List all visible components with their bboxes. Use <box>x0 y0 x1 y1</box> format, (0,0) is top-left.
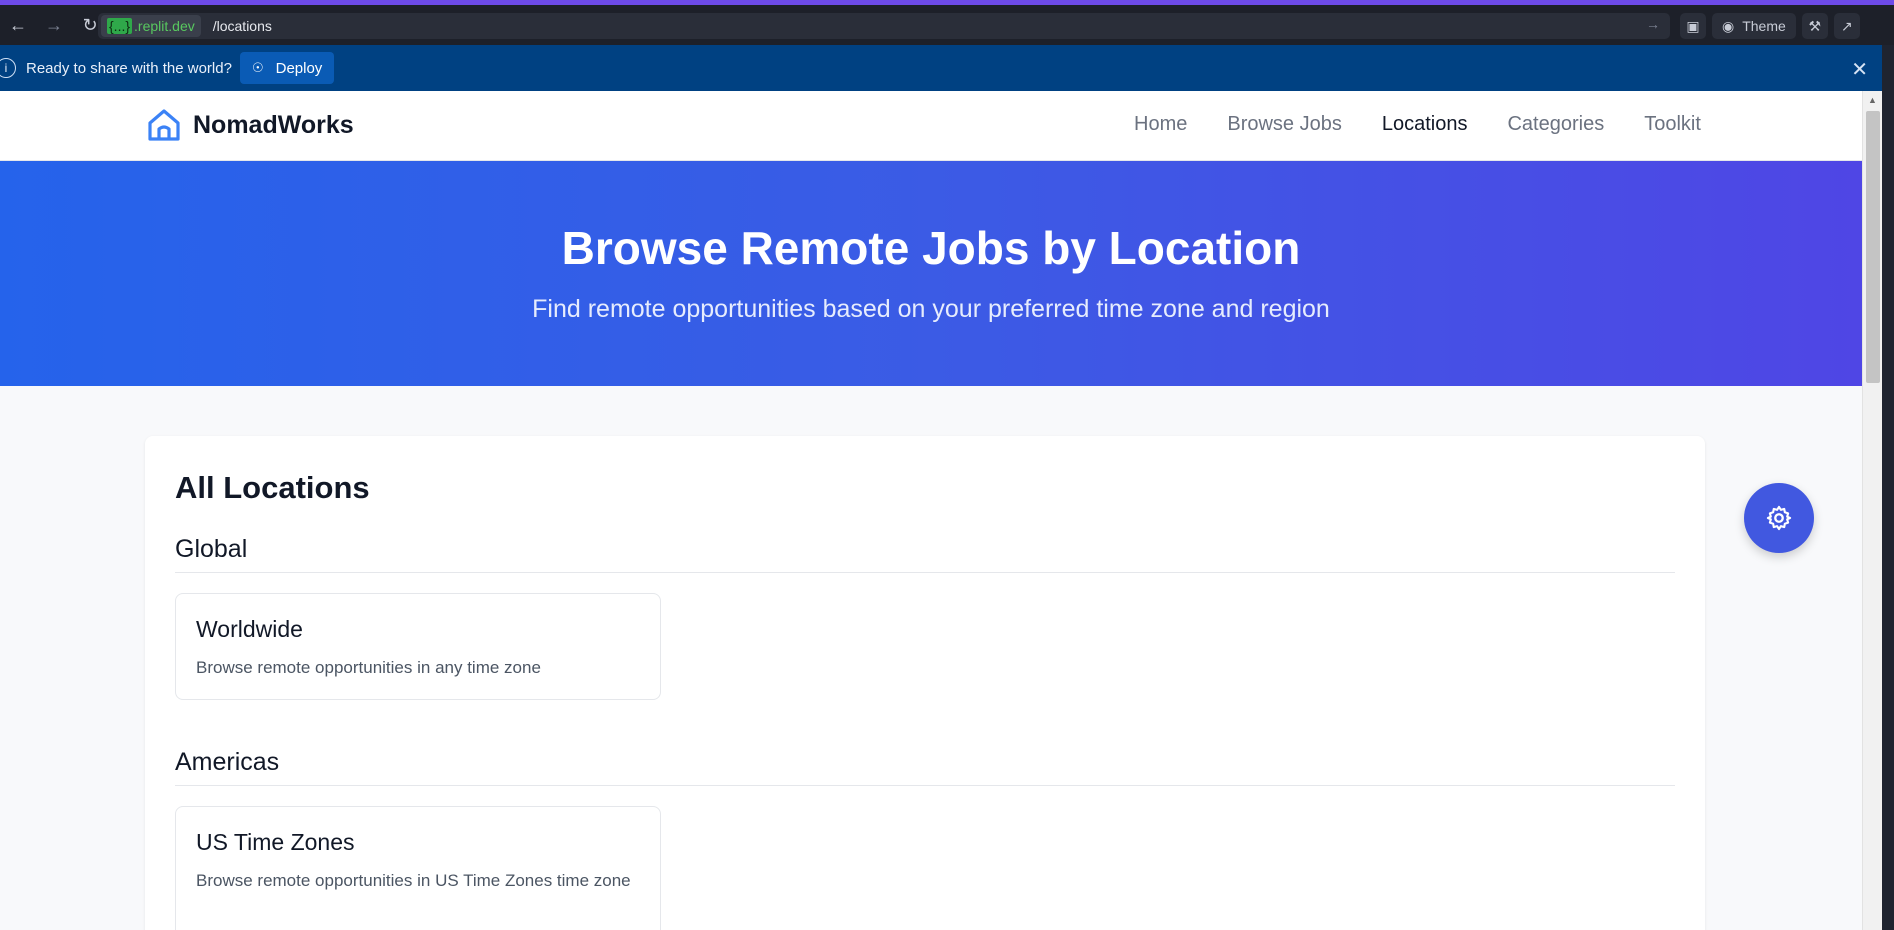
deploy-label: Deploy <box>275 59 323 77</box>
deploy-banner: i Ready to share with the world? ☉ Deplo… <box>0 45 1882 91</box>
main-nav: Home Browse Jobs Locations Categories To… <box>1134 113 1701 136</box>
devtools-button[interactable]: ⚒ <box>1801 13 1828 39</box>
external-link-icon: ↗ <box>1840 17 1853 34</box>
locations-card: All Locations Global Worldwide Browse re… <box>145 436 1705 930</box>
brand-name: NomadWorks <box>193 110 354 139</box>
location-title: US Time Zones <box>196 829 355 855</box>
nav-categories[interactable]: Categories <box>1507 113 1604 136</box>
location-description: Browse remote opportunities in US Time Z… <box>196 871 631 890</box>
region-divider <box>175 785 1675 786</box>
settings-fab[interactable] <box>1744 483 1814 553</box>
url-path[interactable]: /locations <box>213 18 272 34</box>
open-new-tab-button[interactable]: ↗ <box>1833 13 1860 39</box>
url-host: {...} .replit.dev <box>101 15 201 37</box>
nav-home[interactable]: Home <box>1134 113 1187 136</box>
info-icon: i <box>0 58 16 78</box>
scroll-up-icon[interactable]: ▲ <box>1868 95 1877 105</box>
site-header: NomadWorks Home Browse Jobs Locations Ca… <box>0 91 1862 161</box>
back-arrow-icon[interactable]: ← <box>0 5 36 45</box>
page-title: Browse Remote Jobs by Location <box>561 222 1301 274</box>
url-host-domain: .replit.dev <box>134 18 195 34</box>
location-description: Browse remote opportunities in any time … <box>196 658 541 677</box>
theme-label: Theme <box>1742 18 1786 34</box>
address-bar[interactable]: {...} .replit.dev /locations → <box>98 13 1670 39</box>
devices-button[interactable]: ▣ <box>1680 13 1706 39</box>
region-title-global: Global <box>175 535 248 563</box>
deploy-button[interactable]: ☉ Deploy <box>239 52 335 84</box>
monitor-icon: ▣ <box>1686 17 1700 34</box>
banner-message: Ready to share with the world? <box>26 59 232 77</box>
brand-logo[interactable]: NomadWorks <box>145 106 354 144</box>
scrollbar-thumb[interactable] <box>1866 111 1880 383</box>
theme-button[interactable]: ◉ Theme <box>1712 13 1796 39</box>
url-host-brace: {...} <box>107 18 133 34</box>
page-subtitle: Find remote opportunities based on your … <box>532 295 1330 323</box>
gear-icon <box>1766 505 1792 531</box>
nav-locations[interactable]: Locations <box>1382 113 1468 136</box>
window-edge <box>1882 45 1894 930</box>
region-divider <box>175 572 1675 573</box>
nav-toolkit[interactable]: Toolkit <box>1644 113 1701 136</box>
page-viewport: NomadWorks Home Browse Jobs Locations Ca… <box>0 91 1862 930</box>
browser-toolbar: ← → ↻ {...} .replit.dev /locations → ▣ ◉… <box>0 5 1894 45</box>
deploy-icon: ☉ <box>251 60 264 75</box>
location-card-us-time-zones[interactable]: US Time Zones Browse remote opportunitie… <box>175 806 661 930</box>
nav-browse-jobs[interactable]: Browse Jobs <box>1227 113 1342 136</box>
locations-heading: All Locations <box>175 470 370 505</box>
go-arrow-icon[interactable]: → <box>1646 16 1660 32</box>
forward-arrow-icon[interactable]: → <box>36 5 72 45</box>
hero-banner: Browse Remote Jobs by Location Find remo… <box>0 161 1862 386</box>
location-title: Worldwide <box>196 616 303 642</box>
palette-icon: ◉ <box>1722 17 1735 34</box>
close-icon[interactable]: ✕ <box>1851 57 1868 82</box>
wrench-icon: ⚒ <box>1808 17 1822 34</box>
region-title-americas: Americas <box>175 748 280 776</box>
house-icon <box>148 109 180 141</box>
page-scrollbar[interactable]: ▲ <box>1862 91 1882 930</box>
location-card-worldwide[interactable]: Worldwide Browse remote opportunities in… <box>175 593 661 700</box>
